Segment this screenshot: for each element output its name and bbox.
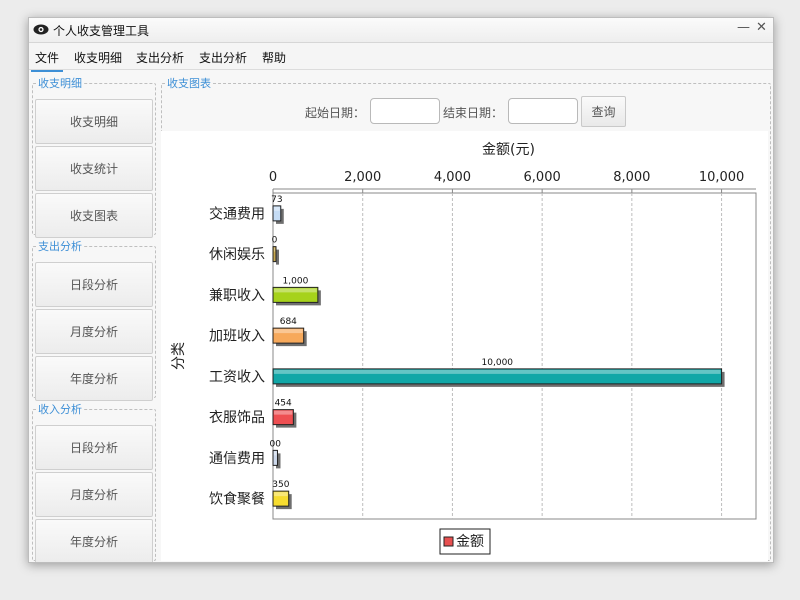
category-label: 衣服饰品 <box>209 410 265 426</box>
close-icon[interactable]: ✕ <box>756 20 767 35</box>
start-date-input[interactable] <box>370 98 440 124</box>
query-button[interactable]: 查询 <box>581 96 626 127</box>
group-income-analysis-title: 收入分析 <box>38 403 82 416</box>
end-date-input[interactable] <box>508 98 578 124</box>
x-tick-label: 8,000 <box>613 170 650 185</box>
bar-value-label: 350 <box>272 480 289 490</box>
btn-income-yearly[interactable]: 年度分析 <box>35 519 153 562</box>
menu-bar: 文件 收支明细 支出分析 支出分析 帮助 <box>29 43 773 72</box>
btn-income-monthly[interactable]: 月度分析 <box>35 472 153 517</box>
category-label: 饮食聚餐 <box>209 491 265 508</box>
bar-chart: 0 2,000 4,000 6,000 8,000 10,000 金额(元) 分类 交通费用 73… <box>171 142 757 555</box>
minimize-icon[interactable]: — <box>737 20 750 35</box>
window-title: 个人收支管理工具 <box>53 24 150 38</box>
bar-value-label: 454 <box>275 399 292 409</box>
bar-highlight <box>274 288 317 293</box>
btn-income-daily[interactable]: 日段分析 <box>35 425 153 470</box>
group-income-detail-title: 收支明细 <box>38 77 82 90</box>
x-tick-label: 10,000 <box>699 170 745 185</box>
bar-highlight <box>274 492 288 497</box>
legend-label: 金额 <box>456 534 484 550</box>
menu-expense-analysis-2[interactable]: 支出分析 <box>199 49 247 66</box>
bar-highlight <box>274 329 303 334</box>
x-axis-title: 金额(元) <box>482 142 535 158</box>
category-label: 兼职收入 <box>209 288 265 304</box>
category-label: 交通费用 <box>209 205 265 222</box>
eye-icon <box>33 24 49 35</box>
btn-expense-monthly[interactable]: 月度分析 <box>35 309 153 354</box>
btn-income-stats[interactable]: 收支统计 <box>35 146 153 191</box>
bar-highlight <box>274 451 277 456</box>
x-tick-label: 6,000 <box>524 170 561 185</box>
category-label: 休闲娱乐 <box>209 247 265 263</box>
btn-expense-daily[interactable]: 日段分析 <box>35 262 153 307</box>
x-tick-label: 0 <box>269 170 277 185</box>
bar-value-label: 1,000 <box>283 276 309 286</box>
btn-income-detail[interactable]: 收支明细 <box>35 99 153 144</box>
btn-income-chart[interactable]: 收支图表 <box>35 193 153 238</box>
bar-highlight <box>274 247 275 252</box>
title-bar: 个人收支管理工具 — ✕ <box>29 18 773 43</box>
chart-area: 0 2,000 4,000 6,000 8,000 10,000 金额(元) 分类 交通费用 73… <box>161 131 768 561</box>
x-tick-label: 2,000 <box>344 170 381 185</box>
y-axis-title: 分类 <box>171 342 187 370</box>
bar-value-label: 00 <box>270 439 282 449</box>
menu-expense-analysis[interactable]: 支出分析 <box>136 49 184 66</box>
x-tick-label: 4,000 <box>434 170 471 185</box>
group-income-detail: 收支明细 收支明细 收支统计 收支图表 <box>32 75 156 238</box>
bar-highlight <box>274 410 293 415</box>
group-expense-analysis-title: 支出分析 <box>38 240 82 253</box>
menu-income-detail[interactable]: 收支明细 <box>74 49 122 66</box>
chart-panel-title: 收支图表 <box>167 77 211 90</box>
bar-value-label: 73 <box>271 195 282 205</box>
bar-highlight <box>274 369 721 374</box>
category-label: 工资收入 <box>209 369 265 385</box>
bar-value-label: 684 <box>280 317 297 327</box>
start-date-label: 起始日期： <box>305 106 366 120</box>
btn-expense-yearly[interactable]: 年度分析 <box>35 356 153 401</box>
bar-highlight <box>274 206 280 211</box>
menu-file[interactable]: 文件 <box>30 49 64 72</box>
legend-swatch <box>443 536 454 547</box>
group-expense-analysis: 支出分析 日段分析 月度分析 年度分析 <box>32 238 156 401</box>
menu-help[interactable]: 帮助 <box>262 49 286 66</box>
bar-value-label: 0 <box>272 236 278 246</box>
plot-area <box>272 192 757 520</box>
category-label: 通信费用 <box>209 451 265 467</box>
category-label: 加班收入 <box>209 329 265 345</box>
group-income-analysis: 收入分析 日段分析 月度分析 年度分析 <box>32 401 156 562</box>
bar-value-label: 10,000 <box>482 358 514 368</box>
end-date-label: 结束日期： <box>443 106 504 120</box>
